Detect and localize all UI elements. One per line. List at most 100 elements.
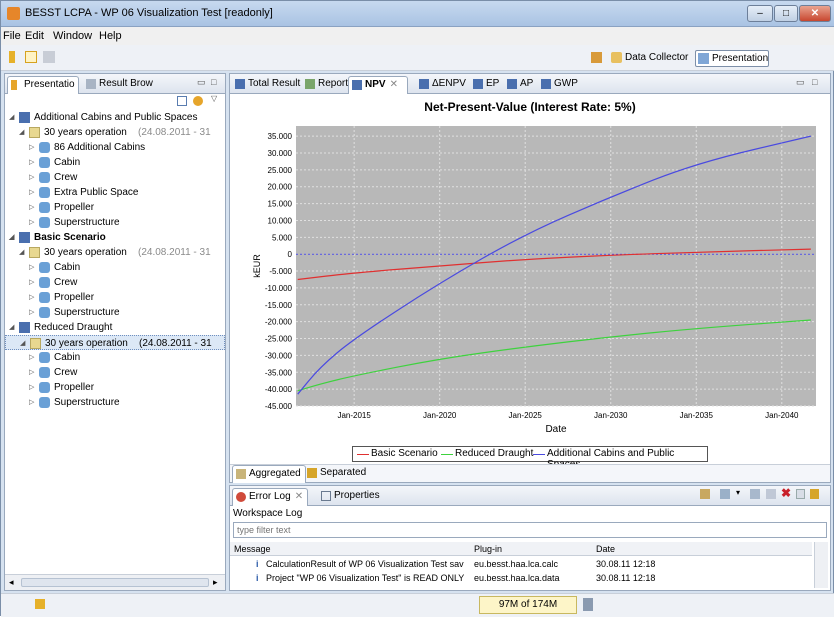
new-icon[interactable] <box>9 51 15 63</box>
expand-toggle-icon[interactable]: ◢ <box>9 320 14 335</box>
tree-item[interactable]: ▷ Crew <box>5 365 225 380</box>
save-icon[interactable] <box>43 51 55 63</box>
tree-item[interactable]: ▷ Superstructure <box>5 215 225 230</box>
tree-item[interactable]: ▷ Propeller <box>5 380 225 395</box>
tree-item[interactable]: ▷ Cabin <box>5 350 225 365</box>
tab-separated[interactable]: Separated <box>304 465 370 483</box>
tree-scenario-basic[interactable]: ◢ Basic Scenario <box>5 230 225 245</box>
expand-toggle-icon[interactable]: ▷ <box>29 200 34 215</box>
expand-toggle-icon[interactable]: ▷ <box>29 365 34 380</box>
expand-toggle-icon[interactable]: ◢ <box>9 110 14 125</box>
tree-item[interactable]: ▷ Superstructure <box>5 305 225 320</box>
horizontal-scrollbar[interactable]: ◂ ▸ <box>5 574 225 590</box>
open-perspective-icon[interactable] <box>591 52 602 63</box>
tree-item[interactable]: ▷ Propeller <box>5 200 225 215</box>
tree-scenario-additional[interactable]: ◢ Additional Cabins and Public Spaces <box>5 110 225 125</box>
column-message[interactable]: Message <box>234 544 271 554</box>
scroll-right-icon[interactable]: ▸ <box>213 577 218 588</box>
expand-toggle-icon[interactable]: ▷ <box>29 305 34 320</box>
tab-error-log[interactable]: Error Log ✕ <box>232 488 309 506</box>
scroll-thumb[interactable] <box>21 578 209 587</box>
menu-window[interactable]: Window <box>53 30 92 42</box>
menu-edit[interactable]: Edit <box>25 30 44 42</box>
y-tick-label: 15.000 <box>268 200 293 209</box>
tree-operation[interactable]: ◢ 30 years operation (24.08.2011 - 31 <box>5 245 225 260</box>
table-row[interactable]: i CalculationResult of WP 06 Visualizati… <box>230 558 812 571</box>
column-date[interactable]: Date <box>596 544 615 554</box>
open-log-icon[interactable] <box>796 489 805 499</box>
tab-report[interactable]: Report <box>302 76 352 94</box>
tree-item[interactable]: ▷ Cabin <box>5 155 225 170</box>
expand-toggle-icon[interactable]: ◢ <box>19 245 24 260</box>
tree-item[interactable]: ▷ Crew <box>5 275 225 290</box>
export-log-icon[interactable] <box>700 489 710 499</box>
tab-result-browser[interactable]: Result Brow <box>83 76 159 94</box>
tab-ap[interactable]: AP <box>504 76 537 94</box>
tab-presentation[interactable]: Presentatio <box>7 76 79 94</box>
column-plugin[interactable]: Plug-in <box>474 544 502 554</box>
data-collector-perspective[interactable]: Data Collector <box>609 50 688 67</box>
tree-item[interactable]: ▷ Propeller <box>5 290 225 305</box>
expand-toggle-icon[interactable]: ▷ <box>29 155 34 170</box>
tree-item[interactable]: ▷ Cabin <box>5 260 225 275</box>
expand-toggle-icon[interactable]: ◢ <box>20 336 25 351</box>
y-tick-label: -20.000 <box>265 318 293 327</box>
presentation-perspective[interactable]: Presentation <box>695 50 769 67</box>
minimize-button[interactable]: – <box>747 5 773 22</box>
expand-toggle-icon[interactable]: ▷ <box>29 395 34 410</box>
clear-log-icon[interactable] <box>750 489 760 499</box>
tree-operation[interactable]: ◢ 30 years operation (24.08.2011 - 31 <box>5 125 225 140</box>
tab-aggregated[interactable]: Aggregated <box>232 465 306 483</box>
tree-item[interactable]: ▷ Extra Public Space <box>5 185 225 200</box>
tab-ep[interactable]: EP <box>470 76 503 94</box>
minimize-view-icon[interactable]: ▭ <box>796 77 805 88</box>
table-row[interactable]: i Project "WP 06 Visualization Test" is … <box>230 572 812 585</box>
expand-toggle-icon[interactable]: ▷ <box>29 275 34 290</box>
expand-toggle-icon[interactable]: ▷ <box>29 185 34 200</box>
tree-item[interactable]: ▷ 86 Additional Cabins <box>5 140 225 155</box>
link-editor-icon[interactable] <box>193 96 203 106</box>
tab-total-result[interactable]: Total Result <box>232 76 304 94</box>
expand-toggle-icon[interactable]: ▷ <box>29 140 34 155</box>
tree-operation-selected[interactable]: ◢ 30 years operation (24.08.2011 - 31 <box>5 335 225 350</box>
expand-toggle-icon[interactable]: ▷ <box>29 380 34 395</box>
close-tab-icon[interactable]: ✕ <box>390 79 398 90</box>
expand-toggle-icon[interactable]: ◢ <box>9 230 14 245</box>
tab-denpv[interactable]: ΔENPV <box>416 76 470 94</box>
remove-icon[interactable]: ✖ <box>781 486 791 500</box>
tab-gwp[interactable]: GWP <box>538 76 582 94</box>
vertical-scrollbar[interactable] <box>814 542 828 588</box>
log-filter-input[interactable] <box>233 522 827 538</box>
expand-toggle-icon[interactable]: ▷ <box>29 350 34 365</box>
delete-log-icon[interactable] <box>766 489 776 499</box>
expand-toggle-icon[interactable]: ▷ <box>29 260 34 275</box>
maximize-view-icon[interactable]: □ <box>211 77 216 87</box>
tree-scenario-reduced[interactable]: ◢ Reduced Draught <box>5 320 225 335</box>
tree-item[interactable]: ▷ Superstructure <box>5 395 225 410</box>
garbage-collect-icon[interactable] <box>583 598 593 611</box>
dropdown-icon[interactable]: ▾ <box>736 488 740 497</box>
expand-toggle-icon[interactable]: ▷ <box>29 290 34 305</box>
open-icon[interactable] <box>25 51 37 63</box>
component-icon <box>39 277 50 288</box>
maximize-view-icon[interactable]: □ <box>812 77 817 87</box>
close-button[interactable]: ✕ <box>799 5 831 22</box>
expand-toggle-icon[interactable]: ◢ <box>19 125 24 140</box>
y-tick-label: -45.000 <box>265 402 293 411</box>
collapse-all-icon[interactable] <box>177 96 187 106</box>
tree-item[interactable]: ▷ Crew <box>5 170 225 185</box>
expand-toggle-icon[interactable]: ▷ <box>29 170 34 185</box>
minimize-view-icon[interactable]: ▭ <box>197 77 206 88</box>
restore-log-icon[interactable] <box>810 489 819 499</box>
scroll-left-icon[interactable]: ◂ <box>9 577 14 588</box>
tab-properties[interactable]: Properties <box>318 488 384 506</box>
import-log-icon[interactable] <box>720 489 730 499</box>
menu-file[interactable]: File <box>3 30 21 42</box>
maximize-button[interactable]: □ <box>774 5 798 22</box>
close-tab-icon[interactable]: ✕ <box>295 491 303 502</box>
fast-view-icon[interactable] <box>35 599 45 609</box>
menu-help[interactable]: Help <box>99 30 122 42</box>
expand-toggle-icon[interactable]: ▷ <box>29 215 34 230</box>
tab-npv[interactable]: NPV ✕ <box>348 76 408 94</box>
view-menu-icon[interactable]: ▽ <box>211 94 217 103</box>
